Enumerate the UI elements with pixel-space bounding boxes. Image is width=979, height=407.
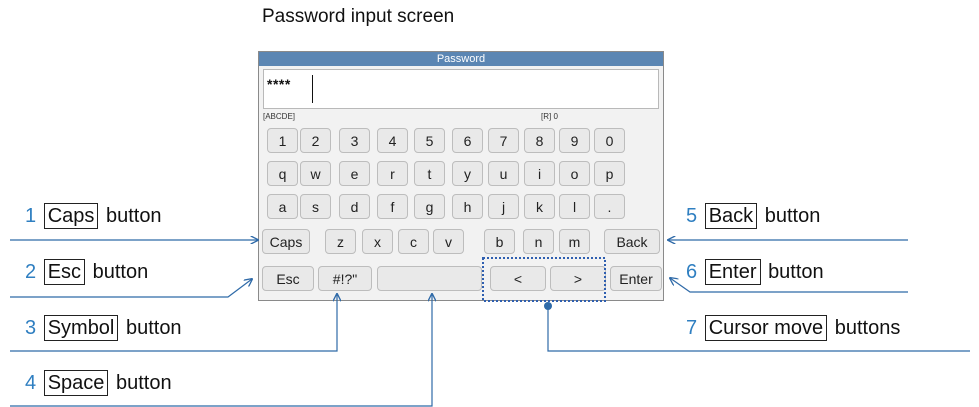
callout-back: 5 Back button (686, 203, 820, 229)
callout-suffix: button (764, 205, 821, 227)
callout-suffix: buttons (834, 317, 901, 339)
callout-key-label: Space (43, 370, 109, 396)
cursor-leader-dot (544, 302, 552, 310)
callout-suffix: button (125, 317, 182, 339)
callout-key-label: Esc (43, 259, 86, 285)
callout-number: 7 (686, 317, 698, 339)
callout-number: 6 (686, 261, 698, 283)
callout-key-label: Caps (43, 203, 99, 229)
callout-space: 4 Space button (25, 370, 172, 396)
callout-suffix: button (92, 261, 149, 283)
callout-number: 4 (25, 372, 37, 394)
callout-key-label: Symbol (43, 315, 119, 341)
callout-suffix: button (105, 205, 162, 227)
callout-number: 3 (25, 317, 37, 339)
callout-caps: 1 Caps button (25, 203, 162, 229)
callout-enter: 6 Enter button (686, 259, 824, 285)
callout-cursor-move: 7 Cursor move buttons (686, 315, 900, 341)
callout-number: 2 (25, 261, 37, 283)
callout-number: 1 (25, 205, 37, 227)
callout-suffix: button (768, 261, 824, 283)
callout-symbol: 3 Symbol button (25, 315, 182, 341)
cursor-group-outline (482, 257, 606, 302)
callout-key-label: Back (704, 203, 758, 229)
callout-key-label: Cursor move (704, 315, 828, 341)
callout-esc: 2 Esc button (25, 259, 148, 285)
callout-suffix: button (115, 372, 172, 394)
callout-number: 5 (686, 205, 698, 227)
callout-key-label: Enter (704, 259, 761, 285)
